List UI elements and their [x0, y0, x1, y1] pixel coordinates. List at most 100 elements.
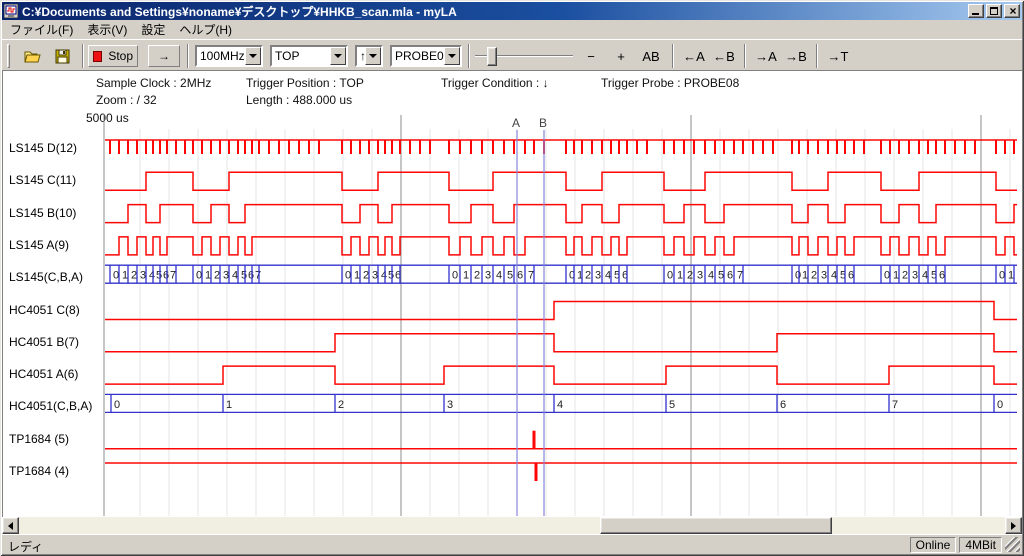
bus-value-label: 3 [821, 270, 827, 282]
scroll-left-button[interactable] [2, 517, 19, 534]
bus-value-label: 3 [697, 270, 703, 282]
maximize-icon [990, 7, 998, 15]
waveform-panel[interactable]: Sample Clock : 2MHz Trigger Position : T… [2, 71, 1022, 517]
scroll-right-button[interactable] [1005, 517, 1022, 534]
run-button[interactable]: → [148, 45, 180, 67]
waveform-row-hc4051-a-6- [105, 366, 1017, 384]
chevron-down-icon [334, 54, 342, 58]
bus-value-label: 1 [1008, 270, 1014, 282]
sample-rate-combo[interactable]: 100MHz [195, 45, 263, 67]
menu-settings[interactable]: 設定 [134, 19, 172, 40]
trigger-position-combo[interactable]: TOP [270, 45, 348, 67]
bus-value-label: 0 [196, 270, 202, 282]
bus-value-label: 6 [848, 270, 854, 282]
bus-value-label: 5 [718, 270, 724, 282]
trigger-position-dropdown-button[interactable] [330, 47, 346, 65]
bus-value-label: 1 [802, 270, 808, 282]
waveform-row-tp1684-5- [105, 431, 1017, 449]
bus-value-label: 4 [922, 270, 928, 282]
bus-value-label: 3 [485, 270, 491, 282]
chevron-down-icon [448, 54, 456, 58]
bus-value-label: 2 [131, 270, 137, 282]
bus-value-label: 2 [902, 270, 908, 282]
bus-value-label: 4 [605, 270, 611, 282]
resize-grip[interactable] [1005, 537, 1020, 552]
open-file-button[interactable] [19, 44, 47, 68]
bus-value-label: 5 [388, 270, 394, 282]
zoom-out-button[interactable]: − [578, 45, 604, 67]
bus-value-label: 1 [226, 399, 232, 411]
status-bar: レディ Online 4MBit [2, 534, 1022, 554]
bus-value-label: 1 [893, 270, 899, 282]
trigger-edge-dropdown-button[interactable] [365, 47, 381, 65]
bus-value-label: 3 [372, 270, 378, 282]
zoom-slider-handle[interactable] [487, 47, 497, 66]
sample-rate-dropdown-button[interactable] [245, 47, 261, 65]
save-file-button[interactable] [48, 44, 76, 68]
maximize-button[interactable] [986, 4, 1002, 18]
bus-value-label: 2 [687, 270, 693, 282]
bus-value-label: 6 [248, 270, 254, 282]
title-bar[interactable]: C:¥Documents and Settings¥noname¥デスクトップ¥… [2, 2, 1022, 20]
toolbar: Stop → 100MHz TOP ↑ PROBE00 − + AB ← [2, 39, 1022, 71]
bus-value-label: 0 [452, 270, 458, 282]
jump-right-b-button[interactable]: →B [782, 45, 810, 67]
bus-value-label: 4 [381, 270, 387, 282]
jump-right-a-button[interactable]: →A [752, 45, 780, 67]
toolbar-grip [7, 44, 10, 68]
bus-value-label: 0 [113, 270, 119, 282]
chevron-down-icon [249, 54, 257, 58]
floppy-disk-icon [55, 49, 70, 64]
trigger-position-value: TOP [272, 49, 330, 63]
bus-value-label: 3 [140, 270, 146, 282]
toolbar-separator [744, 44, 746, 68]
trigger-edge-combo[interactable]: ↑ [355, 45, 383, 67]
waveform-plot[interactable]: 0123456701234567012345601234567012345601… [3, 71, 1022, 517]
zoom-slider[interactable] [475, 55, 573, 57]
bus-value-label: 4 [496, 270, 502, 282]
bus-value-label: 0 [795, 270, 801, 282]
bus-value-label: 0 [345, 270, 351, 282]
menu-view[interactable]: 表示(V) [80, 19, 134, 40]
stop-label: Stop [108, 49, 133, 63]
triangle-left-icon [8, 522, 13, 530]
bus-value-label: 2 [474, 270, 480, 282]
bus-value-label: 3 [223, 270, 229, 282]
waveform-row-hc4051-c-b-a-: 012345670 [105, 394, 1017, 412]
bus-value-label: 0 [114, 399, 120, 411]
zoom-ab-button[interactable]: AB [636, 45, 666, 67]
trigger-edge-value: ↑ [357, 49, 365, 63]
bus-value-label: 1 [205, 270, 211, 282]
bus-value-label: 6 [517, 270, 523, 282]
jump-left-b-button[interactable]: ←B [710, 45, 738, 67]
run-arrow-icon: → [158, 49, 170, 63]
menu-help[interactable]: ヘルプ(H) [172, 19, 239, 40]
menu-file[interactable]: ファイル(F) [3, 19, 80, 40]
stop-button[interactable]: Stop [88, 45, 138, 67]
waveform-row-ls145-c-b-a-: 0123456701234567012345601234567012345601… [105, 265, 1017, 283]
window-title: C:¥Documents and Settings¥noname¥デスクトップ¥… [22, 3, 968, 20]
waveform-row-tp1684-4- [105, 463, 1017, 481]
cursor-a-label: A [512, 116, 520, 130]
bus-value-label: 4 [149, 270, 155, 282]
jump-trigger-button[interactable]: →T [824, 45, 852, 67]
jump-left-a-button[interactable]: ←A [680, 45, 708, 67]
triangle-right-icon [1011, 522, 1016, 530]
bus-value-label: 4 [708, 270, 714, 282]
bus-value-label: 6 [727, 270, 733, 282]
bus-value-label: 0 [999, 270, 1005, 282]
bus-value-label: 3 [912, 270, 918, 282]
close-button[interactable]: × [1004, 4, 1020, 18]
bus-value-label: 0 [667, 270, 673, 282]
trigger-probe-dropdown-button[interactable] [444, 47, 460, 65]
bus-value-label: 4 [831, 270, 837, 282]
waveform-row-ls145-b-10- [105, 205, 1017, 223]
horizontal-scrollbar[interactable] [2, 517, 1022, 534]
minimize-button[interactable] [968, 4, 984, 18]
scrollbar-thumb[interactable] [600, 517, 832, 534]
bus-value-label: 2 [585, 270, 591, 282]
trigger-probe-combo[interactable]: PROBE00 [390, 45, 462, 67]
status-message: レディ [2, 537, 907, 553]
zoom-in-button[interactable]: + [608, 45, 634, 67]
bus-value-label: 5 [669, 399, 675, 411]
